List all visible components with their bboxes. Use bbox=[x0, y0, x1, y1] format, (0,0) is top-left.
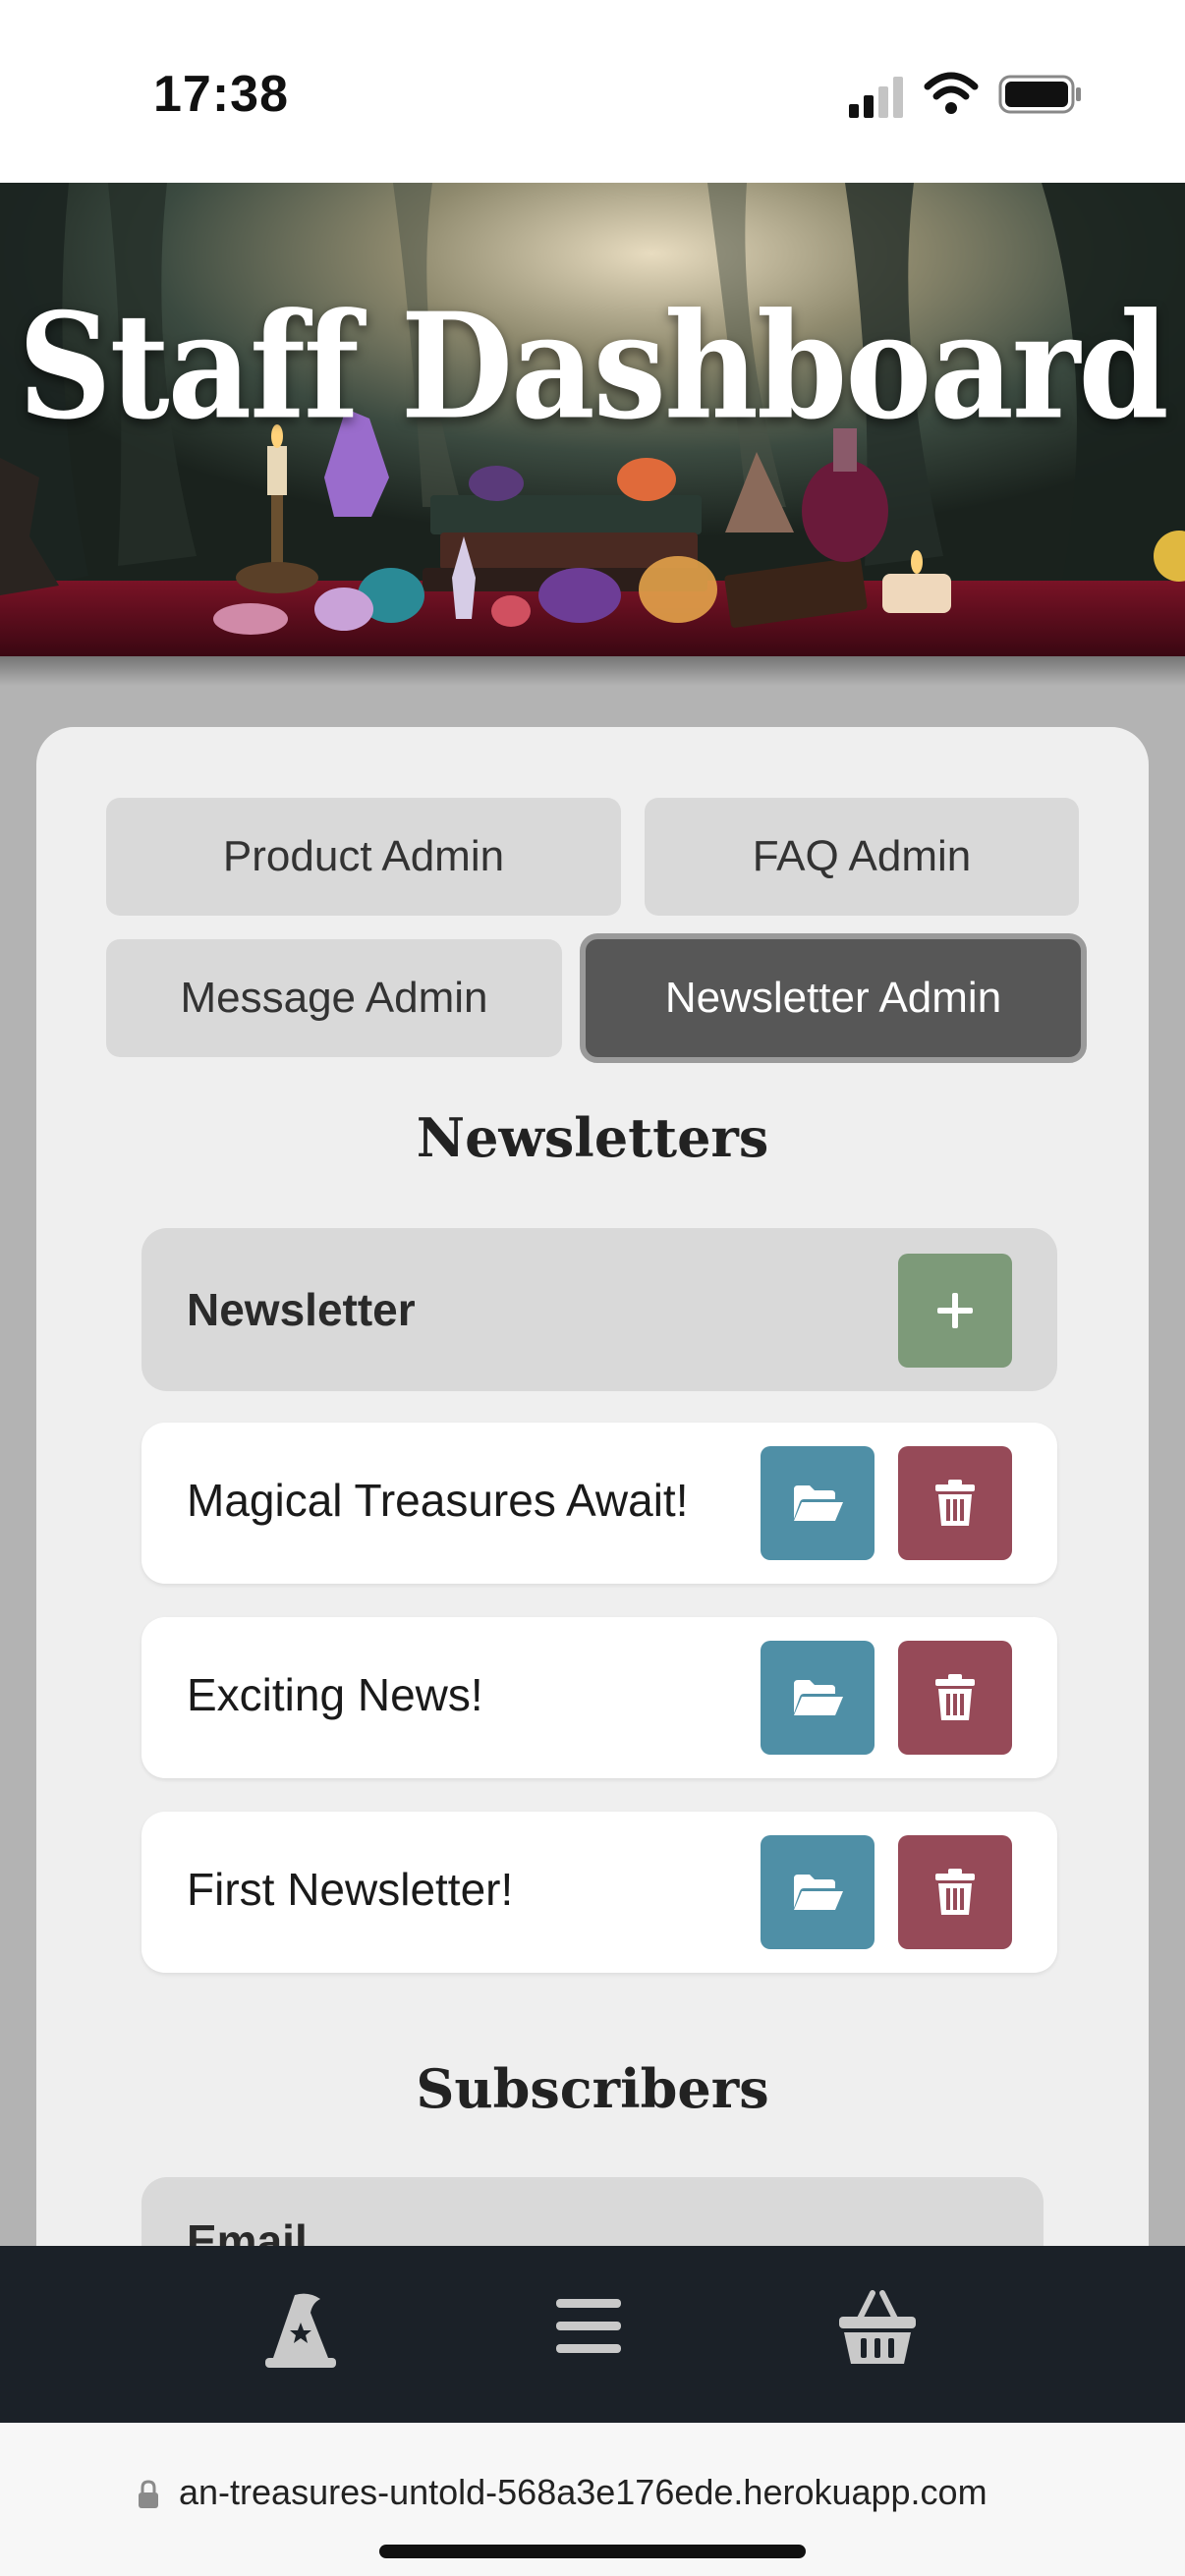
menu-icon[interactable] bbox=[554, 2295, 623, 2358]
trash-icon bbox=[935, 1480, 975, 1526]
subscribers-heading: Subscribers bbox=[416, 2057, 769, 2120]
newsletter-row: First Newsletter! bbox=[141, 1812, 1057, 1973]
url-text: an-treasures-untold-568a3e176ede.herokua… bbox=[179, 2472, 988, 2512]
trash-icon bbox=[935, 1869, 975, 1915]
plus-icon bbox=[937, 1293, 973, 1328]
open-newsletter-button[interactable] bbox=[761, 1835, 875, 1949]
hero-banner: Staff Dashboard bbox=[0, 183, 1185, 656]
home-indicator bbox=[379, 2545, 806, 2558]
delete-newsletter-button[interactable] bbox=[898, 1446, 1012, 1560]
wifi-icon bbox=[924, 72, 979, 114]
trash-icon bbox=[935, 1674, 975, 1720]
tab-newsletter-admin[interactable]: Newsletter Admin bbox=[580, 933, 1087, 1063]
status-time: 17:38 bbox=[153, 66, 289, 123]
newsletter-title: Exciting News! bbox=[187, 1669, 483, 1720]
status-bar: 17:38 bbox=[0, 0, 1185, 183]
newsletters-heading: Newsletters bbox=[416, 1106, 769, 1169]
newsletter-title: First Newsletter! bbox=[187, 1864, 514, 1915]
browser-url-bar[interactable]: an-treasures-untold-568a3e176ede.herokua… bbox=[0, 2423, 1185, 2576]
basket-icon[interactable] bbox=[837, 2285, 918, 2368]
open-newsletter-button[interactable] bbox=[761, 1641, 875, 1755]
wizard-hat-icon[interactable] bbox=[261, 2289, 340, 2372]
lock-icon bbox=[139, 2480, 158, 2508]
newsletter-title: Magical Treasures Await! bbox=[187, 1475, 689, 1526]
delete-newsletter-button[interactable] bbox=[898, 1835, 1012, 1949]
hero-shadow bbox=[0, 656, 1185, 686]
page-title: Staff Dashboard bbox=[18, 281, 1168, 453]
battery-icon bbox=[998, 75, 1081, 114]
open-newsletter-button[interactable] bbox=[761, 1446, 875, 1560]
delete-newsletter-button[interactable] bbox=[898, 1641, 1012, 1755]
tab-product-admin[interactable]: Product Admin bbox=[106, 798, 621, 916]
tab-message-admin[interactable]: Message Admin bbox=[106, 939, 562, 1057]
newsletter-row: Magical Treasures Await! bbox=[141, 1423, 1057, 1584]
bottom-nav bbox=[0, 2246, 1185, 2423]
newsletter-table-header: Newsletter bbox=[141, 1228, 1057, 1391]
newsletter-row: Exciting News! bbox=[141, 1617, 1057, 1778]
folder-open-icon bbox=[794, 1485, 843, 1521]
newsletter-column-label: Newsletter bbox=[187, 1284, 416, 1335]
folder-open-icon bbox=[794, 1680, 843, 1715]
folder-open-icon bbox=[794, 1875, 843, 1910]
cellular-signal-icon bbox=[849, 77, 903, 118]
add-newsletter-button[interactable] bbox=[898, 1254, 1012, 1368]
tab-faq-admin[interactable]: FAQ Admin bbox=[645, 798, 1079, 916]
